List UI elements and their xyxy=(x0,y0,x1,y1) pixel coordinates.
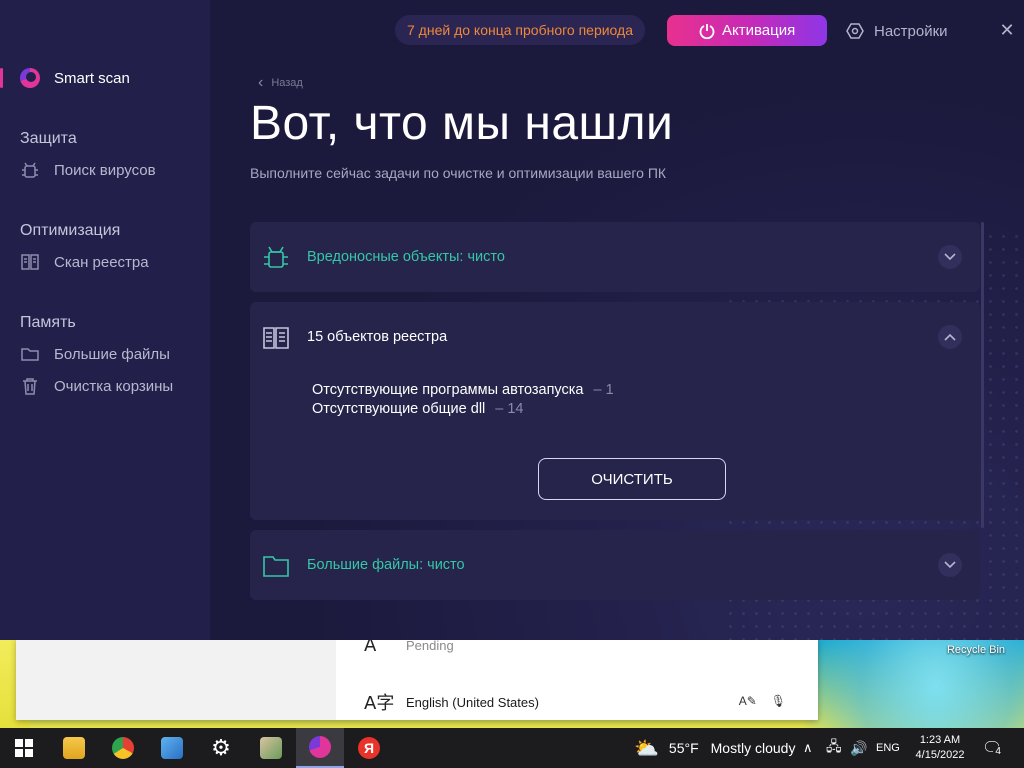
sidebar-item-registry-scan[interactable]: Скан реестра xyxy=(20,251,200,273)
registry-result-card: 15 объектов реестра Отсутствующие програ… xyxy=(250,302,980,520)
taskbar: ⚙ Я ⛅ 55°F Mostly cloudy ∧ 🖧 🔊 ENG 1:23 … xyxy=(0,728,1024,768)
activate-label: Активация xyxy=(722,22,796,39)
gear-icon xyxy=(846,23,864,39)
taskbar-settings[interactable]: ⚙ xyxy=(197,728,245,768)
results-scrollbar[interactable] xyxy=(981,222,984,528)
yandex-icon: Я xyxy=(358,737,380,759)
sidebar-item-label: Поиск вирусов xyxy=(54,161,156,179)
sidebar-section-memory: Память xyxy=(20,314,76,331)
bug-icon xyxy=(22,162,38,178)
sidebar-item-label: Очистка корзины xyxy=(54,377,174,395)
avast-cleanup-window: Smart scan Защита Поиск вирусов Оптимиза… xyxy=(0,0,1024,640)
installer-icon xyxy=(260,737,282,759)
page-subtitle: Выполните сейчас задачи по очистке и опт… xyxy=(250,165,667,181)
active-indicator xyxy=(0,68,3,88)
registry-icon xyxy=(21,254,39,270)
folder-icon xyxy=(21,348,39,361)
volume-icon[interactable]: 🔊 xyxy=(850,728,867,768)
registry-result-title: 15 объектов реестра xyxy=(307,329,448,345)
power-icon xyxy=(699,24,715,40)
notification-count: 4 xyxy=(993,745,1003,757)
registry-issue-label: Отсутствующие программы автозапуска xyxy=(312,382,584,398)
activate-button[interactable]: Активация xyxy=(667,15,827,46)
partly-cloudy-icon: ⛅ xyxy=(634,737,659,760)
notifications-button[interactable]: 🗨 4 xyxy=(982,728,1003,768)
registry-issue-count: – 1 xyxy=(593,382,614,398)
taskbar-avast-cleanup[interactable] xyxy=(296,728,344,768)
gear-icon: ⚙ xyxy=(211,735,231,761)
registry-icon xyxy=(263,327,289,349)
sidebar-item-virus-search[interactable]: Поиск вирусов xyxy=(20,159,200,181)
settings-button[interactable]: Настройки xyxy=(846,20,948,42)
registry-issue-row: Отсутствующие программы автозапуска – 1 xyxy=(312,382,614,398)
chevron-left-icon: ‹ xyxy=(258,74,264,91)
language-settings-icon: A字 xyxy=(364,693,395,714)
sidebar-section-protection: Защита xyxy=(20,130,77,147)
clock[interactable]: 1:23 AM 4/15/2022 xyxy=(910,728,970,768)
taskbar-file-explorer[interactable] xyxy=(50,728,98,768)
windows-logo-icon xyxy=(15,739,33,757)
trash-icon xyxy=(23,378,37,395)
input-language-indicator[interactable]: ENG xyxy=(876,728,900,768)
collapse-chevron-up-icon[interactable] xyxy=(938,325,962,349)
sidebar-section-optimization: Оптимизация xyxy=(20,222,121,239)
registry-issue-label: Отсутствующие общие dll xyxy=(312,401,486,417)
malware-result-title: Вредоносные объекты: чисто xyxy=(307,249,505,265)
sidebar-item-smart-scan[interactable]: Smart scan xyxy=(0,60,210,96)
back-link[interactable]: ‹ Назад xyxy=(258,74,303,92)
start-button[interactable] xyxy=(0,728,48,768)
bug-icon xyxy=(264,246,288,268)
folder-icon xyxy=(263,556,289,577)
file-explorer-icon xyxy=(63,737,85,759)
back-label: Назад xyxy=(271,77,303,89)
large-files-result-title: Большие файлы: чисто xyxy=(307,557,465,573)
registry-issue-row: Отсутствующие общие dll – 14 xyxy=(312,401,524,417)
settings-label: Настройки xyxy=(874,22,948,40)
sidebar: Smart scan Защита Поиск вирусов Оптимиза… xyxy=(0,0,210,640)
taskbar-chrome[interactable] xyxy=(99,728,147,768)
clock-date: 4/15/2022 xyxy=(915,749,965,761)
expand-chevron-down-icon[interactable] xyxy=(938,553,962,577)
large-files-result-card[interactable]: Большие файлы: чисто xyxy=(250,530,980,600)
sidebar-item-large-files[interactable]: Большие файлы xyxy=(20,343,200,365)
temperature: 55°F xyxy=(668,740,699,756)
recycle-bin-label: Recycle Bin xyxy=(946,644,1006,656)
trial-countdown-badge: 7 дней до конца пробного периода xyxy=(395,15,645,45)
sidebar-item-recycle-cleanup[interactable]: Очистка корзины xyxy=(20,375,200,397)
close-window-button[interactable]: ✕ xyxy=(998,20,1016,40)
sidebar-item-label: Smart scan xyxy=(54,70,130,87)
taskbar-installer[interactable] xyxy=(247,728,295,768)
microphone-icon[interactable]: 🎙 xyxy=(771,694,786,708)
chrome-icon xyxy=(112,737,134,759)
expand-chevron-down-icon[interactable] xyxy=(938,245,962,269)
malware-result-card[interactable]: Вредоносные объекты: чисто xyxy=(250,222,980,292)
handwriting-icon[interactable]: A✎ xyxy=(739,694,757,708)
control-panel-icon xyxy=(161,737,183,759)
weather-widget[interactable]: ⛅ 55°F Mostly cloudy xyxy=(634,728,795,768)
avast-cleanup-icon xyxy=(309,736,331,758)
sidebar-item-label: Большие файлы xyxy=(54,345,170,363)
sidebar-item-label: Скан реестра xyxy=(54,253,149,271)
network-icon[interactable]: 🖧 xyxy=(826,728,842,768)
weather-description: Mostly cloudy xyxy=(710,740,796,756)
taskbar-yandex[interactable]: Я xyxy=(345,728,393,768)
registry-issue-count: – 14 xyxy=(495,401,524,417)
show-hidden-icons-button[interactable]: ∧ xyxy=(803,728,813,768)
english-language-label: English (United States) xyxy=(406,694,539,710)
language-english-row[interactable]: A字 English (United States) A✎ 🎙 xyxy=(336,687,806,717)
page-title: Вот, что мы нашли xyxy=(250,97,674,150)
app-logo-icon xyxy=(20,68,40,88)
clean-button[interactable]: ОЧИСТИТЬ xyxy=(538,458,726,500)
taskbar-control-panel[interactable] xyxy=(148,728,196,768)
clock-time: 1:23 AM xyxy=(919,734,961,746)
